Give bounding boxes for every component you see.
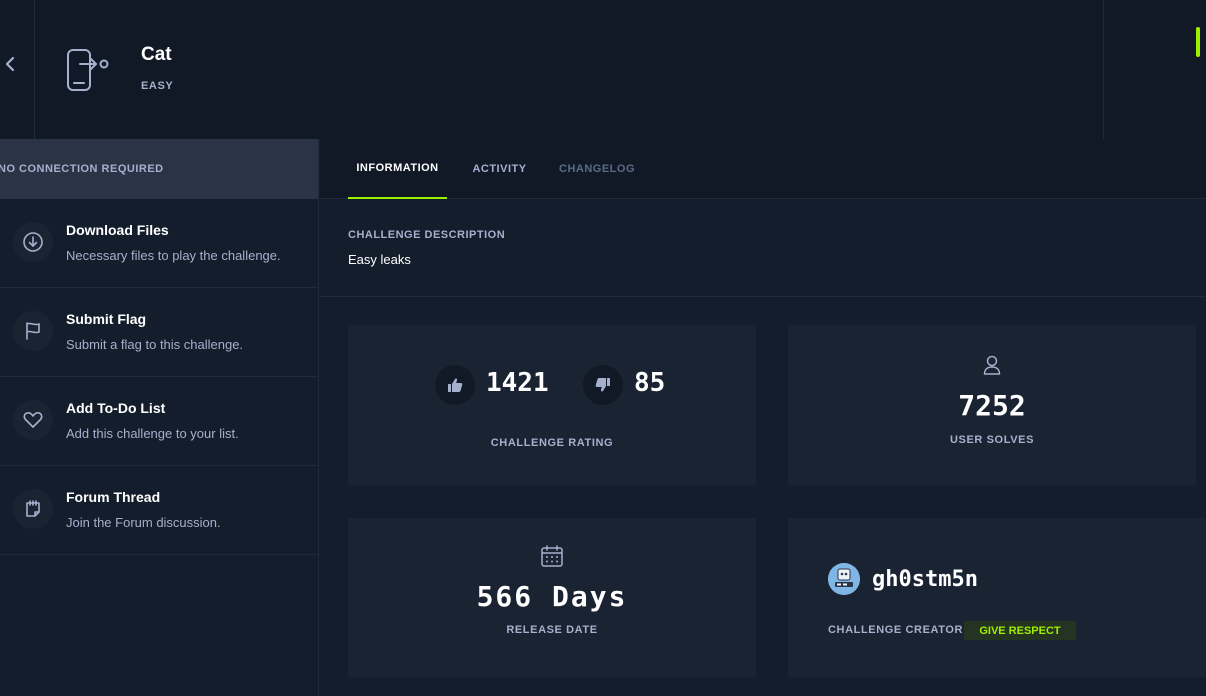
back-column [0, 0, 35, 139]
sidebar-item-desc: Submit a flag to this challenge. [66, 337, 244, 352]
thumbs-down-icon [595, 378, 610, 392]
sidebar-item-forum-thread[interactable]: Forum Thread Join the Forum discussion. [0, 466, 318, 555]
description-label: CHALLENGE DESCRIPTION [348, 229, 506, 241]
tab-changelog[interactable]: CHANGELOG [557, 139, 637, 199]
user-icon [982, 354, 1002, 381]
sidebar-item-add-todo[interactable]: Add To-Do List Add this challenge to you… [0, 377, 318, 466]
calendar-icon [540, 544, 564, 573]
creator-label: CHALLENGE CREATOR [828, 624, 964, 636]
creator-card: gh0stm5n CHALLENGE CREATOR GIVE RESPECT [788, 518, 1206, 677]
tab-bar: INFORMATION ACTIVITY CHANGELOG [320, 139, 1206, 199]
release-card: 566 Days RELEASE DATE [348, 518, 756, 677]
creator-name[interactable]: gh0stm5n [872, 567, 978, 592]
sidebar-item-desc: Necessary files to play the challenge. [66, 248, 281, 263]
heart-icon [13, 400, 53, 440]
forum-icon [13, 489, 53, 529]
avatar[interactable] [828, 563, 860, 595]
release-label: RELEASE DATE [506, 624, 598, 636]
sidebar-item-desc: Add this challenge to your list. [66, 426, 239, 441]
header-divider [1103, 0, 1104, 139]
sidebar: NO CONNECTION REQUIRED Download Files Ne… [0, 139, 319, 696]
scroll-indicator [1196, 27, 1200, 57]
download-icon [13, 222, 53, 262]
back-button[interactable] [3, 54, 19, 74]
give-respect-button[interactable]: GIVE RESPECT [964, 621, 1076, 640]
solves-count: 7252 [958, 389, 1026, 422]
challenge-header: Cat EASY [0, 0, 1206, 139]
connection-banner-text: NO CONNECTION REQUIRED [0, 163, 164, 175]
tab-activity[interactable]: ACTIVITY [467, 139, 532, 199]
like-button[interactable] [435, 365, 475, 405]
sidebar-item-title: Add To-Do List [66, 400, 166, 416]
sidebar-item-title: Download Files [66, 222, 169, 238]
challenge-description: CHALLENGE DESCRIPTION Easy leaks [320, 199, 1206, 297]
tab-information[interactable]: INFORMATION [348, 139, 447, 199]
thumbs-up-icon [448, 378, 463, 392]
sidebar-item-submit-flag[interactable]: Submit Flag Submit a flag to this challe… [0, 288, 318, 377]
dislikes-count: 85 [634, 368, 666, 398]
rating-label: CHALLENGE RATING [490, 437, 614, 449]
solves-label: USER SOLVES [949, 434, 1035, 446]
rating-card: 1421 85 CHALLENGE RATING [348, 325, 756, 485]
dislike-button[interactable] [583, 365, 623, 405]
flag-icon [13, 311, 53, 351]
chevron-left-icon [5, 56, 15, 72]
challenge-title: Cat [141, 44, 172, 65]
release-days: 566 Days [476, 580, 628, 613]
solves-card: 7252 USER SOLVES [788, 325, 1196, 485]
challenge-category-icon [64, 46, 112, 94]
description-text: Easy leaks [348, 252, 411, 267]
connection-banner: NO CONNECTION REQUIRED [0, 139, 318, 199]
likes-count: 1421 [486, 368, 549, 398]
sidebar-item-download-files[interactable]: Download Files Necessary files to play t… [0, 199, 318, 288]
sidebar-item-title: Submit Flag [66, 311, 147, 327]
sidebar-item-desc: Join the Forum discussion. [66, 515, 221, 530]
difficulty-label: EASY [141, 80, 174, 92]
sidebar-item-title: Forum Thread [66, 489, 161, 505]
